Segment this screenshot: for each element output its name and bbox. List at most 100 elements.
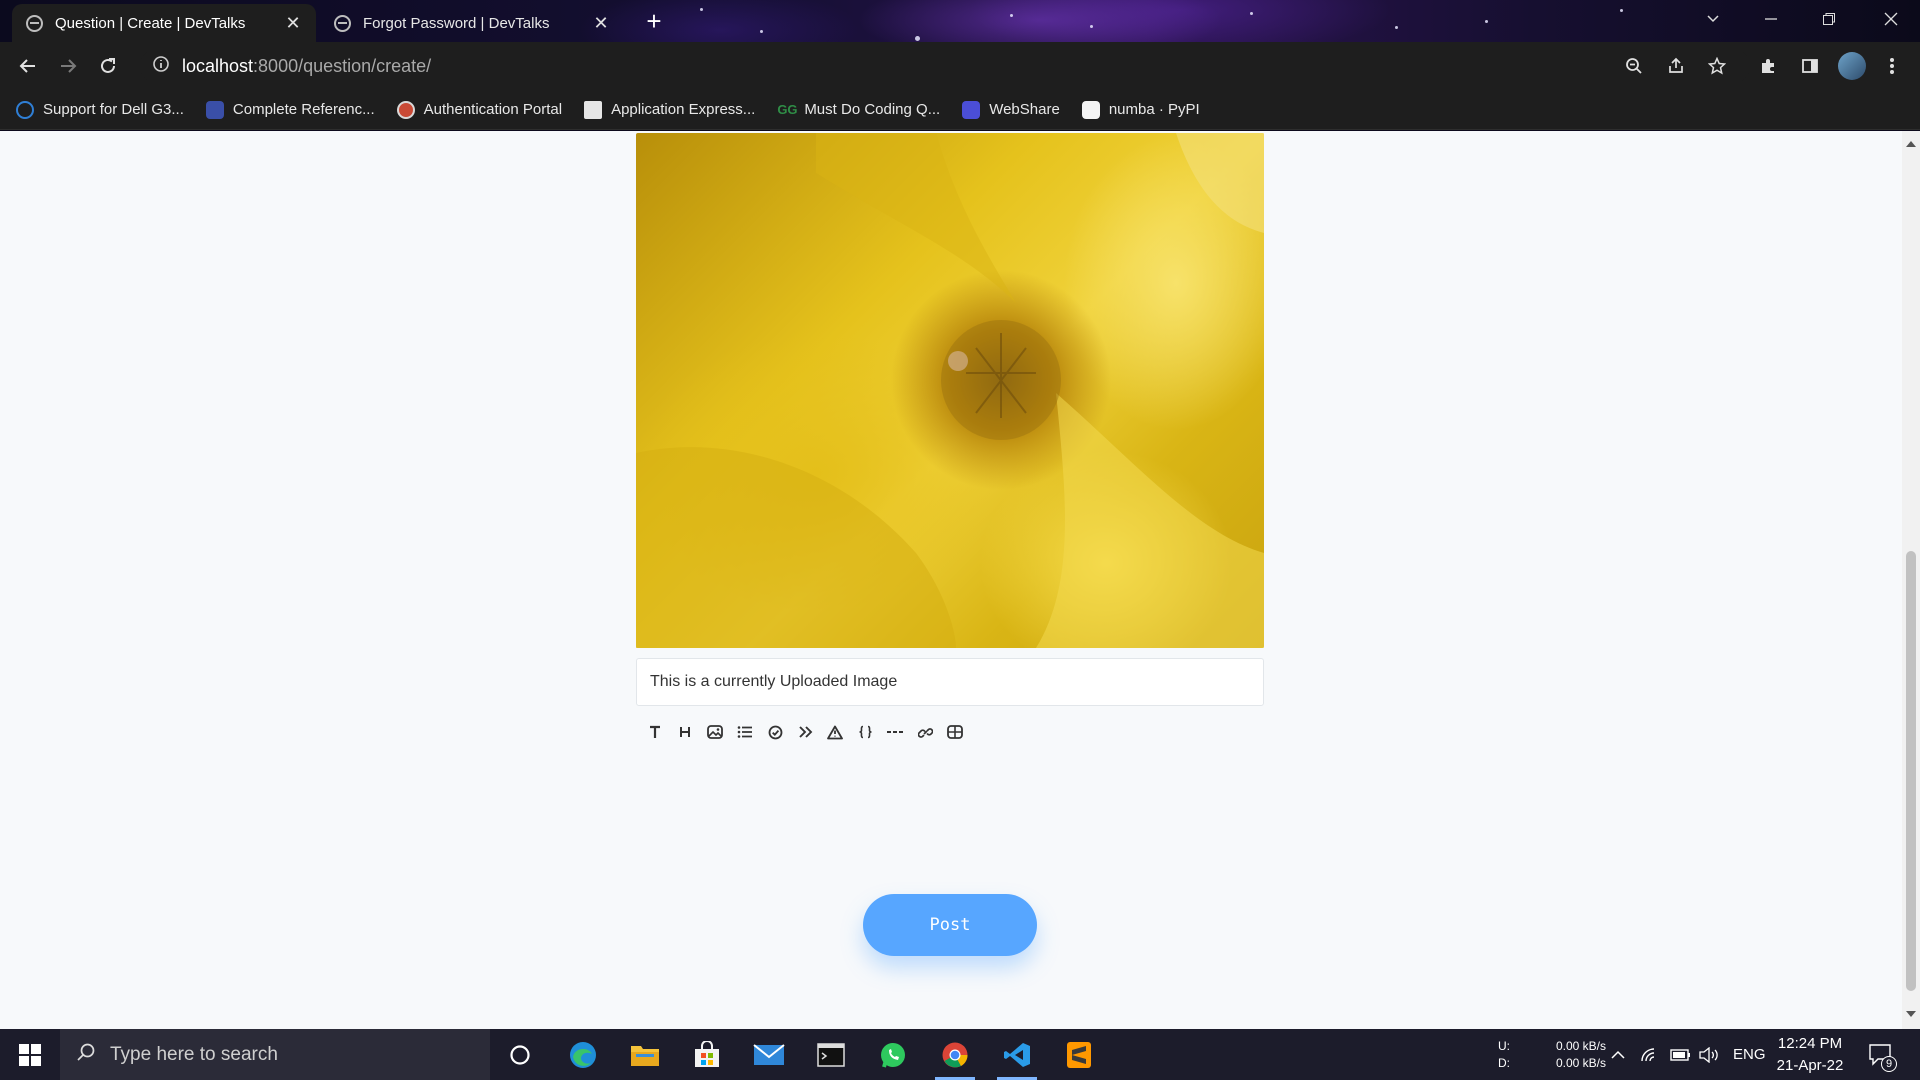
upload-speed: 0.00 kB/s (1555, 1038, 1606, 1053)
code-tool-icon[interactable] (850, 717, 880, 747)
clock-time: 12:24 PM (1777, 1034, 1843, 1052)
menu-kebab-icon[interactable] (1872, 46, 1912, 86)
heading-tool-icon[interactable] (670, 717, 700, 747)
edge-icon[interactable] (553, 1029, 613, 1080)
profile-avatar[interactable] (1832, 46, 1872, 86)
url-host: localhost (182, 55, 254, 76)
globe-icon (26, 14, 43, 32)
gfg-icon: GG (777, 101, 798, 117)
image-tool-icon[interactable] (700, 717, 730, 747)
bookmarks-bar: Support for Dell G3... Complete Referenc… (0, 90, 1920, 130)
wifi-icon[interactable] (1640, 1029, 1660, 1080)
bookmark-item[interactable]: GG Must Do Coding Q... (777, 101, 940, 119)
text-tool-icon[interactable] (640, 717, 670, 747)
network-speed-widget: U: D: 0.00 kB/s 0.00 kB/s (1498, 1029, 1606, 1080)
close-icon[interactable]: ✕ (592, 13, 610, 34)
bookmark-item[interactable]: Authentication Portal (396, 100, 562, 119)
browser-toolbar: localhost:8000/question/create/ (0, 42, 1920, 90)
bookmark-label: Support for Dell G3... (43, 101, 184, 118)
new-tab-button[interactable]: + (638, 6, 670, 38)
checklist-tool-icon[interactable] (760, 717, 790, 747)
quote-tool-icon[interactable] (790, 717, 820, 747)
url-path: :8000/question/create/ (253, 55, 432, 76)
volume-icon[interactable] (1698, 1029, 1720, 1080)
warning-tool-icon[interactable] (820, 717, 850, 747)
tab-title: Question | Create | DevTalks (55, 14, 246, 32)
site-info-icon[interactable] (152, 55, 170, 78)
link-tool-icon[interactable] (910, 717, 940, 747)
chrome-icon[interactable] (925, 1029, 985, 1080)
scroll-up-arrow-icon[interactable] (1906, 141, 1916, 147)
dell-icon (16, 100, 34, 119)
list-tool-icon[interactable] (730, 717, 760, 747)
portal-icon (396, 100, 415, 119)
bookmark-star-icon[interactable] (1697, 46, 1737, 86)
editor-toolbar (640, 717, 970, 747)
bookmark-item[interactable]: Application Express... (584, 100, 756, 119)
bookmark-item[interactable]: WebShare (962, 100, 1060, 119)
windows-start-icon[interactable] (0, 1029, 60, 1080)
bookmark-label: Must Do Coding Q... (804, 101, 941, 118)
notification-center-icon[interactable]: 9 (1868, 1029, 1897, 1080)
pypi-icon (1081, 100, 1100, 119)
book-icon (205, 100, 224, 119)
mail-icon[interactable] (739, 1029, 799, 1080)
extensions-puzzle-icon[interactable] (1748, 46, 1788, 86)
search-placeholder: Type here to search (110, 1043, 278, 1065)
address-bar[interactable]: localhost:8000/question/create/ (140, 48, 1750, 84)
back-arrow-icon[interactable] (8, 46, 48, 86)
download-label: D: (1498, 1055, 1510, 1070)
tab-forgot-password[interactable]: Forgot Password | DevTalks ✕ (320, 4, 624, 42)
microsoft-store-icon[interactable] (677, 1029, 737, 1080)
vscode-icon[interactable] (987, 1029, 1047, 1080)
minimize-icon[interactable] (1742, 0, 1800, 38)
bookmark-item[interactable]: Complete Referenc... (205, 100, 375, 119)
scroll-down-arrow-icon[interactable] (1906, 1011, 1916, 1017)
sublime-text-icon[interactable] (1049, 1029, 1109, 1080)
share-icon[interactable] (1656, 46, 1696, 86)
whatsapp-icon[interactable] (863, 1029, 923, 1080)
download-speed: 0.00 kB/s (1555, 1055, 1606, 1070)
notification-count-badge: 9 (1881, 1056, 1897, 1072)
page-scrollbar[interactable] (1902, 131, 1920, 1029)
restore-icon[interactable] (1800, 0, 1858, 38)
terminal-icon[interactable] (801, 1029, 861, 1080)
bookmark-item[interactable]: numba · PyPI (1081, 100, 1200, 119)
clock-date: 21-Apr-22 (1776, 1056, 1844, 1074)
search-icon (76, 1042, 96, 1068)
battery-icon[interactable] (1670, 1029, 1692, 1080)
upload-label: U: (1498, 1038, 1510, 1053)
post-button[interactable]: Post (863, 894, 1037, 956)
bookmark-label: numba · PyPI (1108, 101, 1200, 118)
tab-question-create[interactable]: Question | Create | DevTalks ✕ (12, 4, 316, 42)
bookmark-label: Complete Referenc... (232, 101, 375, 118)
window-close-icon[interactable] (1862, 0, 1920, 38)
table-tool-icon[interactable] (940, 717, 970, 747)
bookmark-label: WebShare (989, 101, 1060, 118)
forward-arrow-icon[interactable] (48, 46, 88, 86)
scroll-thumb[interactable] (1906, 551, 1916, 991)
page-content: This is a currently Uploaded Image Post (0, 131, 1902, 1029)
bookmark-item[interactable]: Support for Dell G3... (16, 100, 184, 119)
tab-title: Forgot Password | DevTalks (363, 14, 550, 32)
zoom-icon[interactable] (1614, 46, 1654, 86)
uploaded-flower-image (636, 133, 1264, 648)
file-explorer-icon[interactable] (615, 1029, 675, 1080)
close-icon[interactable]: ✕ (284, 13, 302, 34)
bookmark-label: Application Express... (611, 101, 756, 118)
tab-search-chevron-icon[interactable] (1684, 0, 1742, 38)
delimiter-tool-icon[interactable] (880, 717, 910, 747)
tray-chevron-icon[interactable] (1610, 1029, 1626, 1080)
globe-icon (334, 14, 351, 32)
webshare-icon (962, 100, 981, 119)
system-clock[interactable]: 12:24 PM 21-Apr-22 (1774, 1029, 1846, 1080)
taskbar-search-input[interactable]: Type here to search (60, 1029, 490, 1080)
language-indicator[interactable]: ENG (1733, 1029, 1766, 1080)
side-panel-icon[interactable] (1790, 46, 1830, 86)
tab-strip: Question | Create | DevTalks ✕ Forgot Pa… (0, 0, 1920, 42)
windows-taskbar: Type here to search U: D: 0.00 kB/s 0.00… (0, 1029, 1920, 1080)
cortana-icon[interactable] (490, 1029, 550, 1080)
image-caption-input[interactable]: This is a currently Uploaded Image (636, 658, 1264, 706)
reload-icon[interactable] (88, 46, 128, 86)
folder-icon (584, 100, 603, 119)
